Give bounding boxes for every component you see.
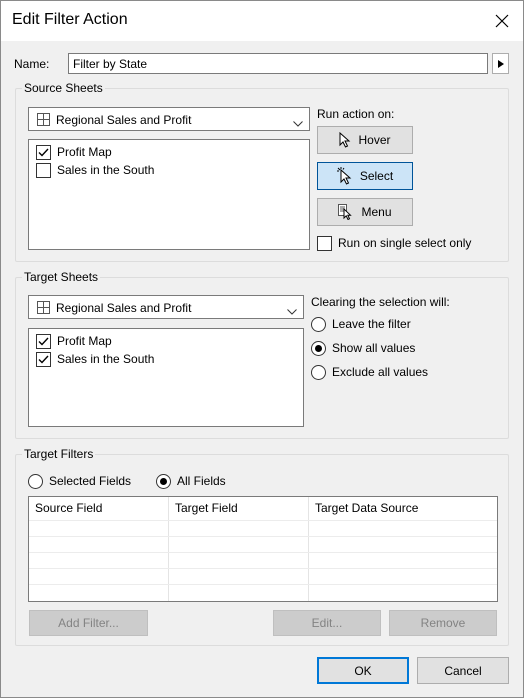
radio-dot-icon xyxy=(315,344,322,352)
target-sheets-dropdown-value: Regional Sales and Profit xyxy=(56,301,192,315)
target-sheets-title: Target Sheets xyxy=(22,270,101,284)
list-item[interactable]: Sales in the South xyxy=(36,161,154,179)
column-divider xyxy=(168,497,169,601)
list-item-label: Sales in the South xyxy=(57,352,155,366)
radio-button[interactable] xyxy=(311,316,326,332)
column-header-target-data-source[interactable]: Target Data Source xyxy=(309,497,418,520)
target-filters-title: Target Filters xyxy=(22,447,96,461)
list-item[interactable]: Profit Map xyxy=(36,143,112,161)
source-sheets-dropdown-value: Regional Sales and Profit xyxy=(56,113,192,127)
name-insert-button[interactable] xyxy=(492,53,509,74)
name-input-value: Filter by State xyxy=(73,57,148,71)
source-sheets-list: Profit Map Sales in the South xyxy=(28,139,310,250)
title-bar: Edit Filter Action xyxy=(1,1,523,41)
name-label: Name: xyxy=(14,57,50,71)
close-icon xyxy=(495,14,509,28)
radio-button[interactable] xyxy=(28,473,43,489)
target-sheets-list: Profit Map Sales in the South xyxy=(28,328,304,427)
clearing-label: Clearing the selection will: xyxy=(311,295,450,309)
leave-filter-label: Leave the filter xyxy=(332,317,411,331)
field-mapping-table[interactable]: Source Field Target Field Target Data So… xyxy=(28,496,498,602)
edit-button-label: Edit... xyxy=(311,616,343,630)
checkbox[interactable] xyxy=(36,162,51,178)
run-action-label: Run action on: xyxy=(317,107,395,121)
checkbox[interactable] xyxy=(36,351,51,367)
run-single-select-option[interactable]: Run on single select only xyxy=(317,234,471,252)
selected-fields-option[interactable]: Selected Fields xyxy=(28,472,131,490)
all-fields-option[interactable]: All Fields xyxy=(156,472,226,490)
radio-button[interactable] xyxy=(311,340,326,356)
source-sheets-title: Source Sheets xyxy=(22,81,105,95)
run-single-select-checkbox[interactable] xyxy=(317,235,332,251)
column-header-target-field[interactable]: Target Field xyxy=(169,497,238,520)
select-button[interactable]: Select xyxy=(317,162,413,190)
run-single-select-label: Run on single select only xyxy=(338,236,472,250)
checkmark-icon xyxy=(38,355,49,364)
column-divider xyxy=(308,497,309,601)
leave-filter-option[interactable]: Leave the filter xyxy=(311,315,411,333)
exclude-all-values-option[interactable]: Exclude all values xyxy=(311,363,428,381)
show-all-values-option[interactable]: Show all values xyxy=(311,339,415,357)
row-divider xyxy=(29,584,497,585)
checkbox[interactable] xyxy=(36,333,51,349)
remove-button[interactable]: Remove xyxy=(389,610,497,636)
hover-pointer-icon xyxy=(339,132,351,148)
radio-dot-icon xyxy=(160,477,167,485)
list-item[interactable]: Sales in the South xyxy=(36,350,154,368)
select-pointer-icon xyxy=(336,167,353,185)
all-fields-label: All Fields xyxy=(177,474,226,488)
close-button[interactable] xyxy=(487,7,517,35)
ok-button[interactable]: OK xyxy=(317,657,409,684)
column-header-source-field[interactable]: Source Field xyxy=(29,497,102,520)
radio-button[interactable] xyxy=(311,364,326,380)
row-divider xyxy=(29,552,497,553)
list-item-label: Sales in the South xyxy=(57,163,155,177)
checkbox[interactable] xyxy=(36,144,51,160)
target-sheets-dropdown[interactable]: Regional Sales and Profit xyxy=(28,295,304,319)
selected-fields-label: Selected Fields xyxy=(49,474,132,488)
list-item[interactable]: Profit Map xyxy=(36,332,112,350)
row-divider xyxy=(29,568,497,569)
menu-pointer-icon xyxy=(338,204,354,220)
ok-button-label: OK xyxy=(354,663,372,678)
list-item-label: Profit Map xyxy=(57,145,112,159)
triangle-right-icon xyxy=(497,59,504,68)
hover-button-label: Hover xyxy=(358,133,391,147)
list-item-label: Profit Map xyxy=(57,334,112,348)
exclude-all-values-label: Exclude all values xyxy=(332,365,429,379)
menu-button[interactable]: Menu xyxy=(317,198,413,226)
dashboard-grid-icon xyxy=(37,113,50,129)
add-filter-button-label: Add Filter... xyxy=(58,616,119,630)
dashboard-grid-icon xyxy=(37,301,50,317)
select-button-label: Select xyxy=(359,169,394,183)
source-sheets-dropdown[interactable]: Regional Sales and Profit xyxy=(28,107,310,131)
edit-button[interactable]: Edit... xyxy=(273,610,381,636)
name-input[interactable]: Filter by State xyxy=(68,53,488,74)
add-filter-button[interactable]: Add Filter... xyxy=(29,610,148,636)
chevron-down-icon xyxy=(287,304,297,318)
cancel-button-label: Cancel xyxy=(444,663,482,678)
checkmark-icon xyxy=(38,148,49,157)
hover-button[interactable]: Hover xyxy=(317,126,413,154)
remove-button-label: Remove xyxy=(420,616,466,630)
row-divider xyxy=(29,536,497,537)
edit-filter-action-dialog: Edit Filter Action Name: Filter by State… xyxy=(0,0,524,698)
dialog-title: Edit Filter Action xyxy=(12,11,128,28)
cancel-button[interactable]: Cancel xyxy=(417,657,509,684)
chevron-down-icon xyxy=(293,116,303,130)
show-all-values-label: Show all values xyxy=(332,341,416,355)
radio-button[interactable] xyxy=(156,473,171,489)
row-divider xyxy=(29,520,497,521)
menu-button-label: Menu xyxy=(361,205,392,219)
checkmark-icon xyxy=(38,337,49,346)
